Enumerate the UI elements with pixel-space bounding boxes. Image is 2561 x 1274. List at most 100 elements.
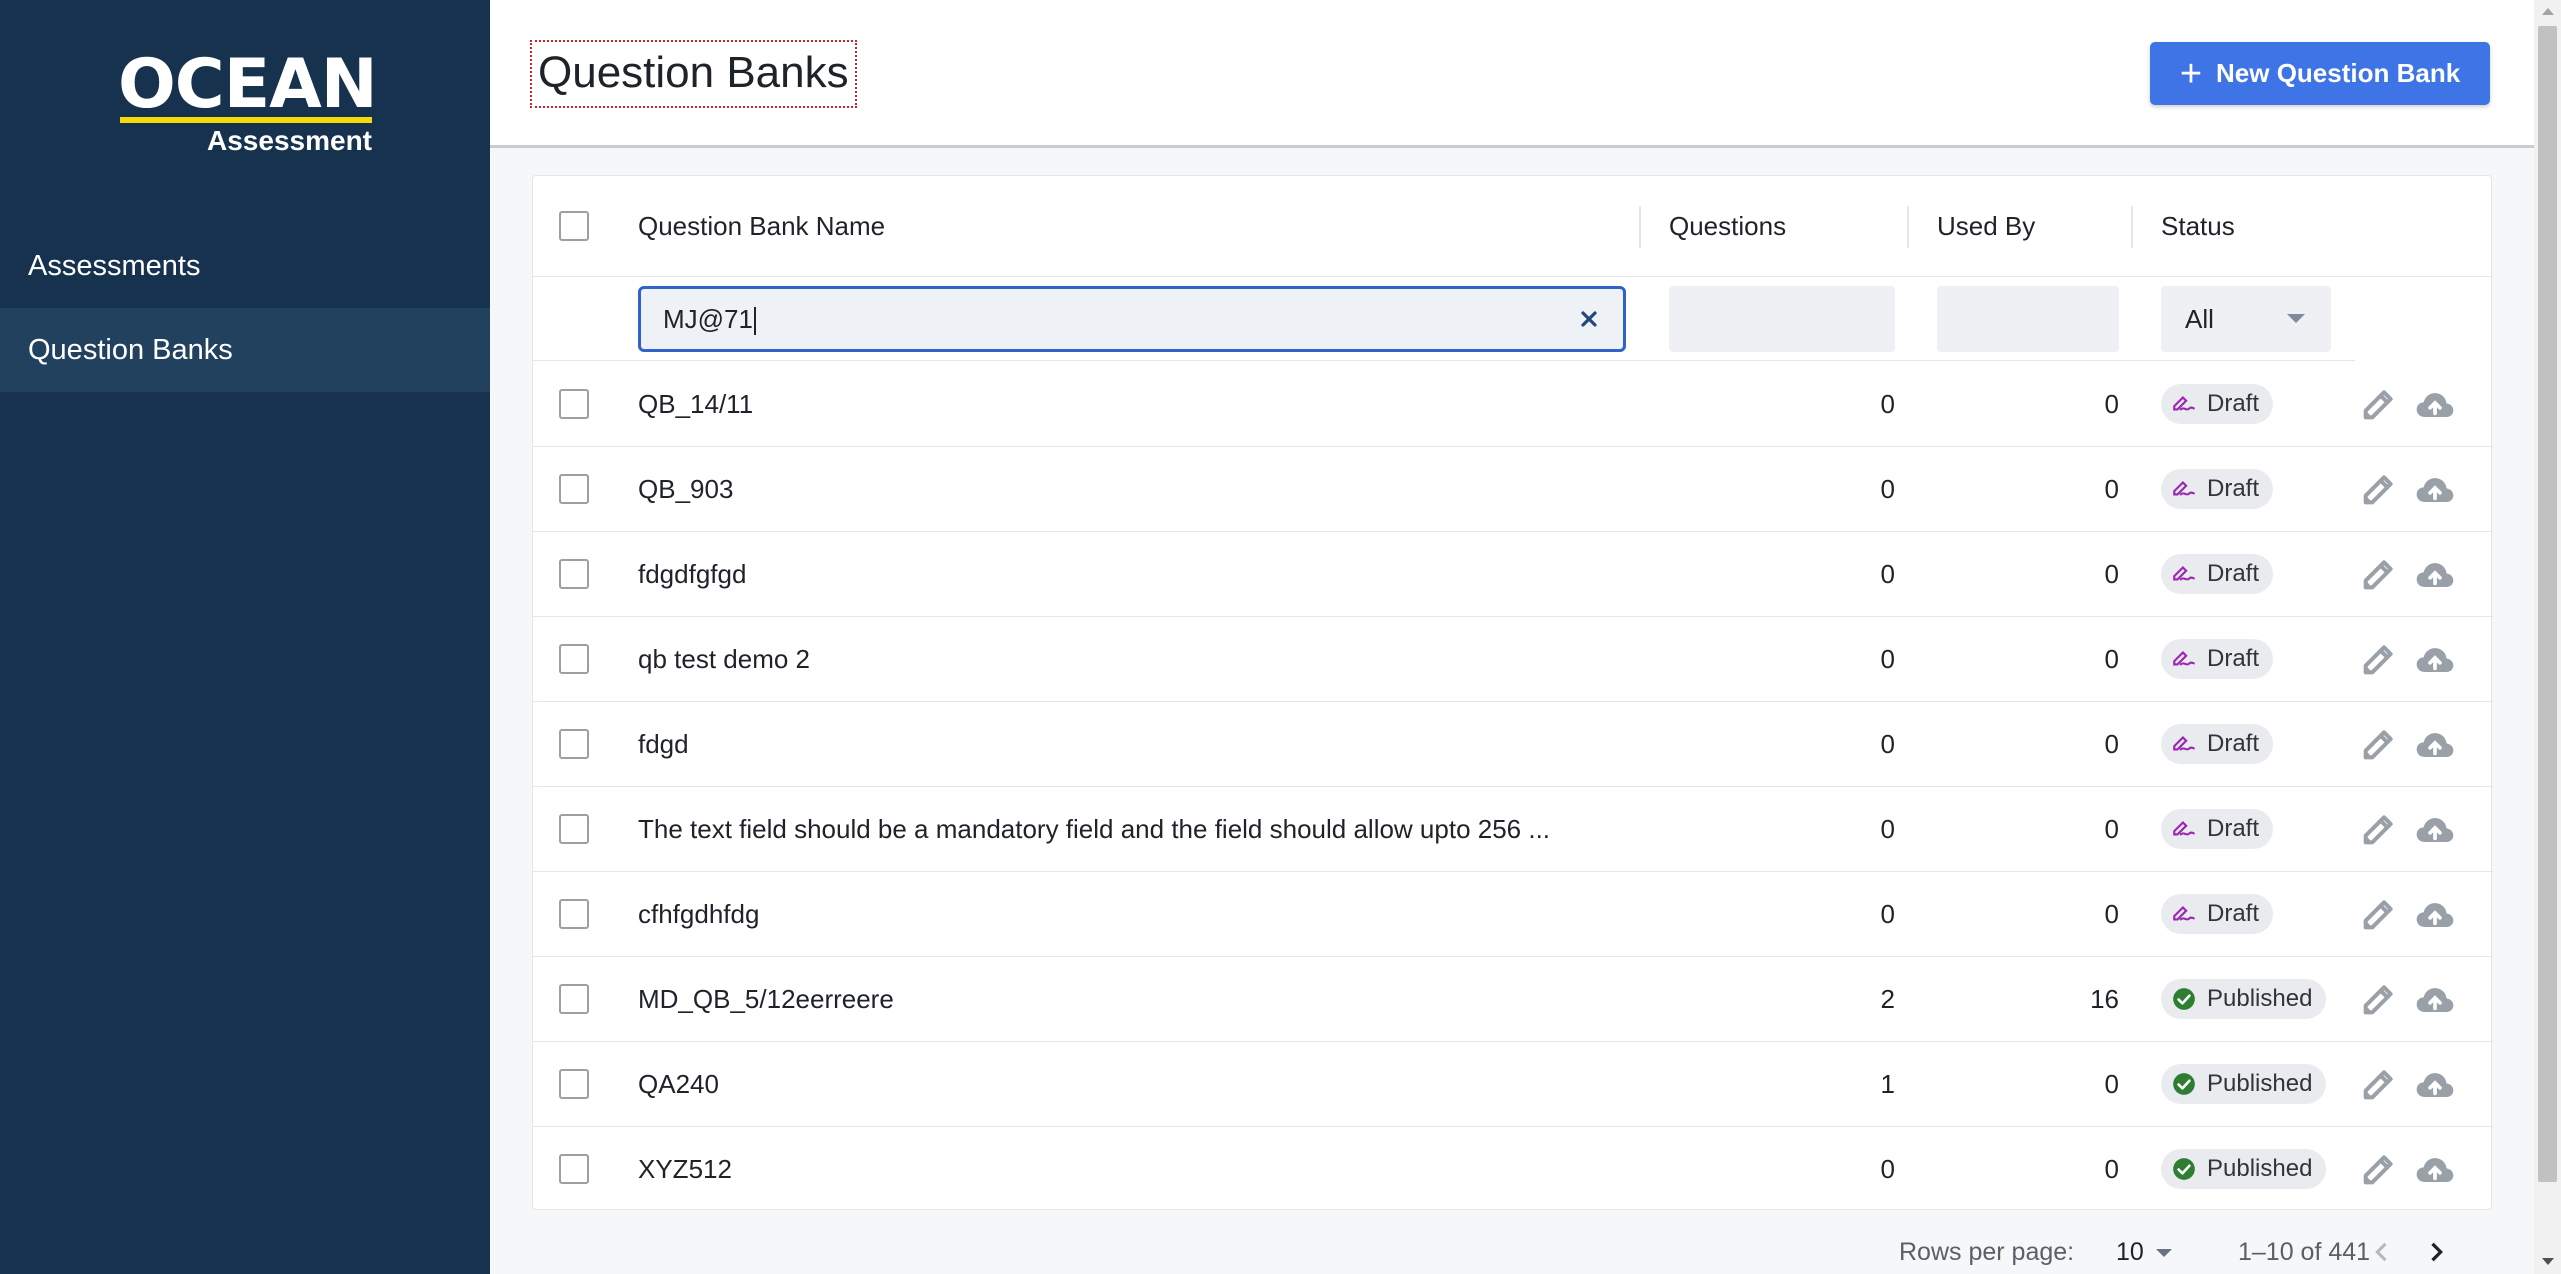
row-checkbox[interactable] [559,644,589,674]
edit-icon[interactable] [2359,639,2399,679]
rows-per-page-label: Rows per page: [1899,1238,2075,1266]
vertical-scrollbar[interactable] [2534,0,2561,1274]
edit-icon[interactable] [2359,1149,2399,1189]
edit-icon[interactable] [2359,724,2399,764]
question-bank-name[interactable]: QB_14/11 [638,362,753,446]
status-label: Draft [2207,390,2260,417]
used-by-count: 0 [2104,1069,2119,1099]
column-separator[interactable] [2131,206,2133,248]
previous-page-icon[interactable] [2368,1238,2396,1266]
draft-icon [2173,735,2195,751]
status-label: Published [2207,1070,2313,1097]
new-question-bank-label: New Question Bank [2216,58,2461,88]
row-divider [533,616,2493,617]
column-header-used-by[interactable]: Used By [1937,176,2035,276]
row-divider [533,446,2493,447]
edit-icon[interactable] [2359,979,2399,1019]
ocean-assessment-logo: OCEAN Assessment [118,51,378,162]
column-separator[interactable] [1639,206,1641,248]
status-label: Draft [2207,560,2260,587]
cloud-upload-icon[interactable] [2413,979,2457,1023]
column-header-questions[interactable]: Questions [1669,176,1786,276]
status-label: Draft [2207,815,2260,842]
column-header-name[interactable]: Question Bank Name [638,176,885,276]
logo-main-text: OCEAN [118,45,378,124]
cloud-upload-icon[interactable] [2413,809,2457,853]
sidebar-item-question-banks[interactable]: Question Banks [0,308,490,392]
status-badge: Draft [2161,469,2274,509]
edit-icon[interactable] [2359,809,2399,849]
row-checkbox[interactable] [559,814,589,844]
question-bank-name[interactable]: QB_903 [638,447,733,531]
used-by-count: 0 [2104,644,2119,674]
check-circle-icon [2173,1073,2195,1095]
cloud-upload-icon[interactable] [2413,1064,2457,1108]
used-by-filter-input[interactable] [1937,286,2119,352]
name-filter-input[interactable]: MJ@71 [638,286,1626,352]
question-bank-name[interactable]: MD_QB_5/12eerreere [638,957,894,1041]
row-checkbox[interactable] [559,1069,589,1099]
edit-icon[interactable] [2359,554,2399,594]
row-checkbox[interactable] [559,389,589,419]
rows-per-page-select[interactable]: 10 [2116,1230,2172,1274]
row-checkbox[interactable] [559,559,589,589]
scrollbar-thumb[interactable] [2538,26,2557,1182]
cloud-upload-icon[interactable] [2413,384,2457,428]
question-bank-name[interactable]: cfhfgdhfdg [638,872,759,956]
column-header-status[interactable]: Status [2161,176,2235,276]
name-filter-value: MJ@71 [663,304,753,334]
status-label: Published [2207,1155,2313,1182]
edit-icon[interactable] [2359,1064,2399,1104]
next-page-icon[interactable] [2422,1238,2450,1266]
row-checkbox[interactable] [559,474,589,504]
row-checkbox[interactable] [559,984,589,1014]
question-bank-name[interactable]: fdgd [638,702,689,786]
cloud-upload-icon[interactable] [2413,894,2457,938]
scroll-down-icon[interactable] [2542,1258,2554,1265]
cloud-upload-icon[interactable] [2413,639,2457,683]
questions-count: 0 [1880,559,1895,589]
clear-icon[interactable] [1577,307,1601,331]
cloud-upload-icon[interactable] [2413,1149,2457,1193]
question-bank-name[interactable]: QA240 [638,1042,719,1126]
question-bank-name[interactable]: fdgdfgfgd [638,532,746,616]
used-by-count: 0 [2104,1154,2119,1184]
sidebar-item-assessments[interactable]: Assessments [0,224,490,308]
row-divider [533,701,2493,702]
select-all-checkbox[interactable] [559,211,589,241]
column-separator[interactable] [1907,206,1909,248]
row-divider [533,531,2493,532]
status-label: Draft [2207,730,2260,757]
questions-count: 2 [1880,984,1895,1014]
status-filter-select[interactable]: All [2161,286,2331,352]
draft-icon [2173,905,2195,921]
question-bank-name[interactable]: The text field should be a mandatory fie… [638,787,1550,871]
row-checkbox[interactable] [559,729,589,759]
sidebar: OCEAN Assessment Assessments Question Ba… [0,0,490,1274]
edit-icon[interactable] [2359,384,2399,424]
scroll-up-icon[interactable] [2542,8,2554,15]
status-label: Published [2207,985,2313,1012]
questions-count: 0 [1880,729,1895,759]
cloud-upload-icon[interactable] [2413,469,2457,513]
logo-underline [120,117,372,123]
row-checkbox[interactable] [559,1154,589,1184]
edit-icon[interactable] [2359,469,2399,509]
question-bank-name[interactable]: XYZ512 [638,1127,732,1211]
status-badge: Published [2161,1064,2327,1104]
used-by-count: 0 [2104,559,2119,589]
new-question-bank-button[interactable]: + New Question Bank [2150,42,2490,105]
row-checkbox[interactable] [559,899,589,929]
draft-icon [2173,565,2195,581]
question-bank-name[interactable]: qb test demo 2 [638,617,810,701]
draft-icon [2173,395,2195,411]
status-badge: Published [2161,1149,2327,1189]
cloud-upload-icon[interactable] [2413,554,2457,598]
edit-icon[interactable] [2359,894,2399,934]
cloud-upload-icon[interactable] [2413,724,2457,768]
pagination: Rows per page: 10 1–10 of 441 [490,1230,2534,1274]
questions-filter-input[interactable] [1669,286,1895,352]
used-by-count: 0 [2104,729,2119,759]
main-content: Question Banks + New Question Bank Quest… [490,0,2534,1274]
plus-icon: + [2179,52,2203,95]
